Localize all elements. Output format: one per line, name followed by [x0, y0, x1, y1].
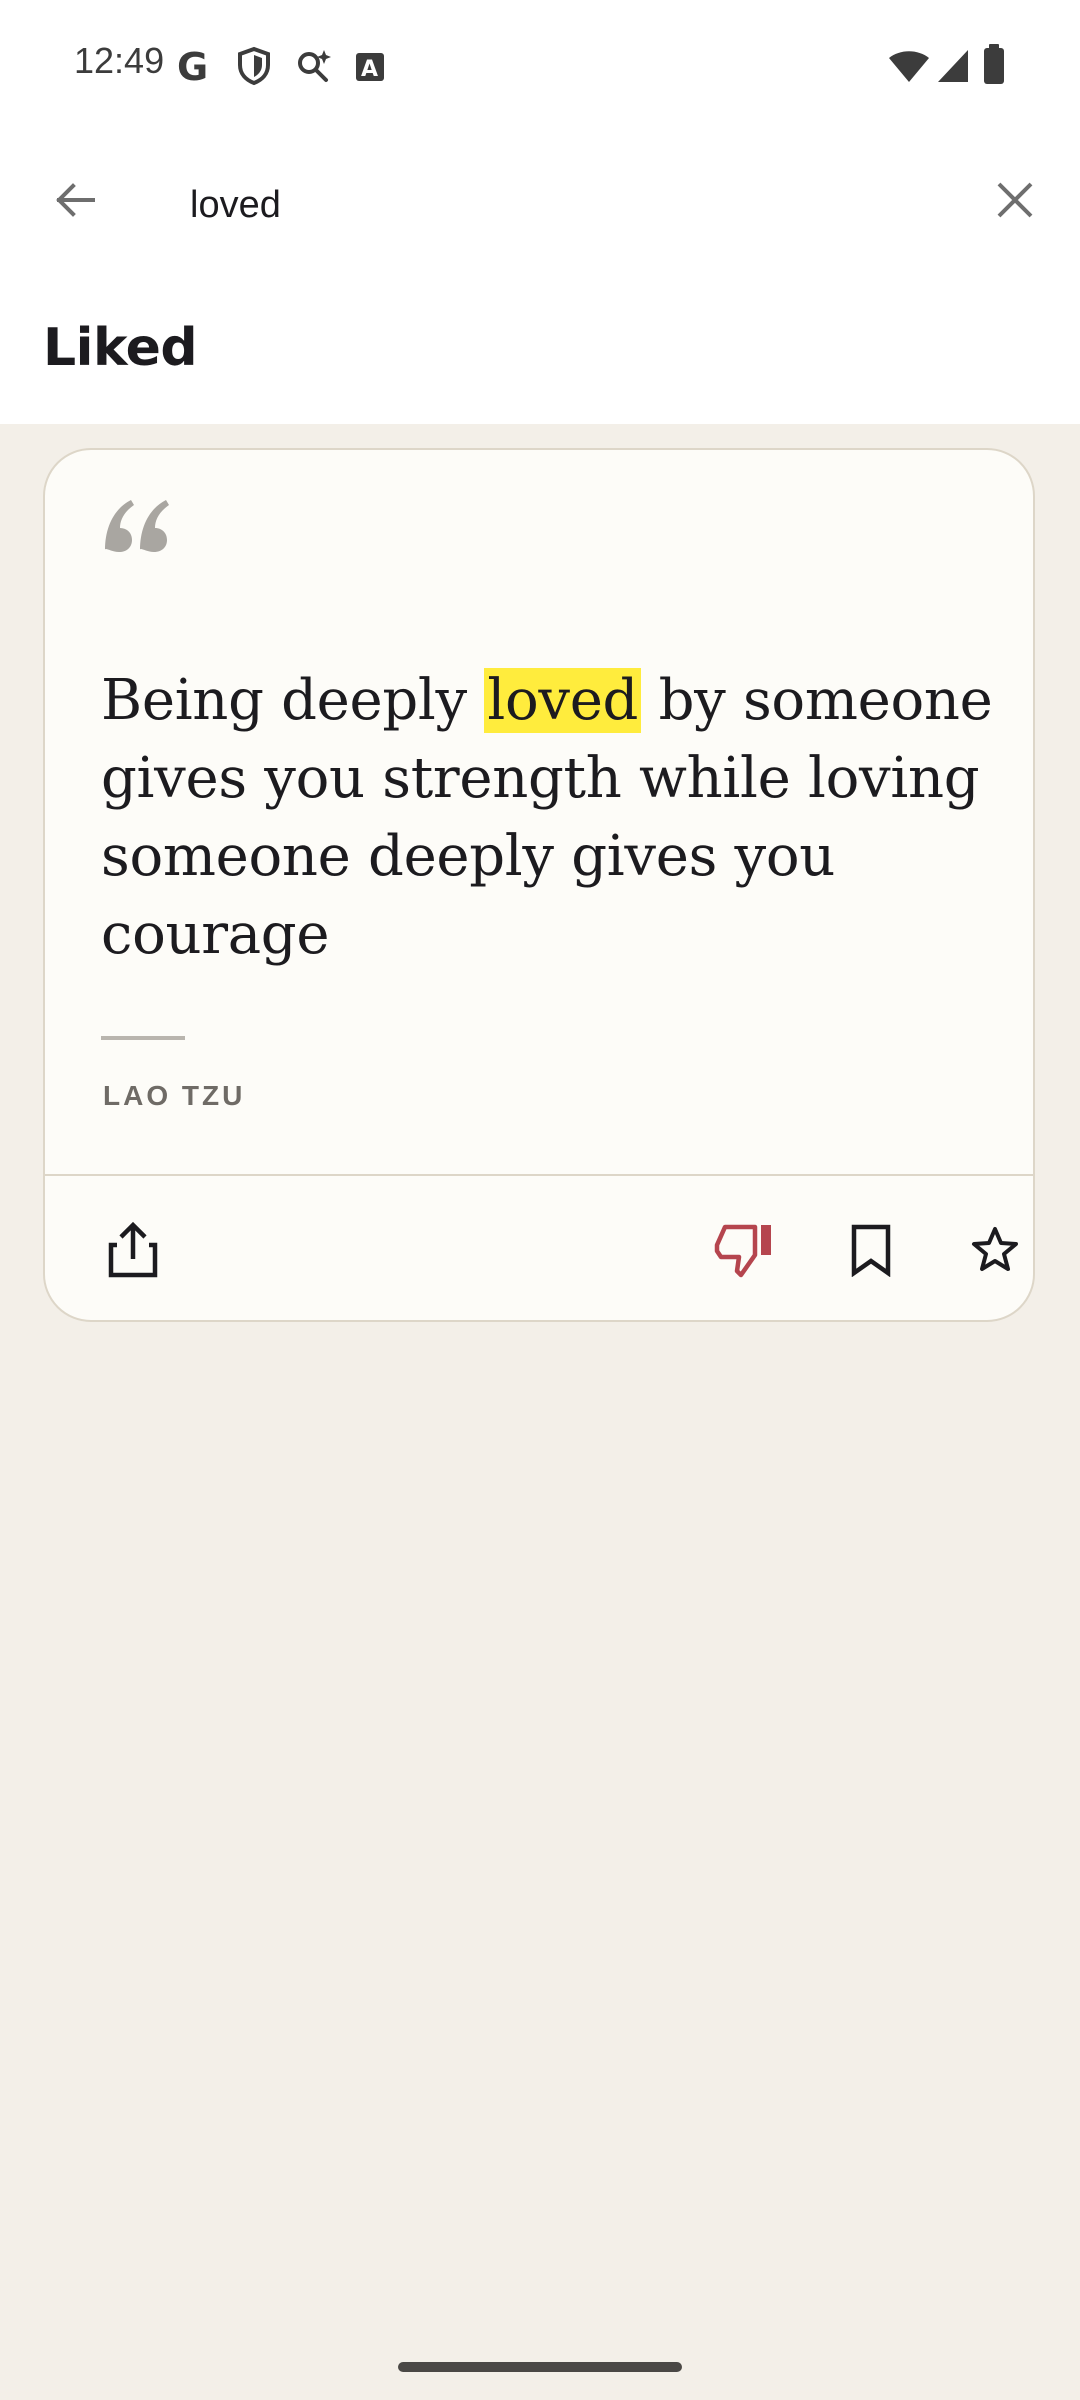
home-indicator[interactable] [398, 2362, 682, 2372]
close-icon [997, 182, 1033, 218]
quote-text: Being deeply loved by someone gives you … [101, 662, 1001, 974]
search-highlight: loved [484, 668, 642, 733]
google-icon: G [176, 45, 212, 91]
search-bar [0, 140, 1080, 270]
arrow-left-icon [56, 183, 95, 217]
share-icon [108, 1221, 158, 1278]
quote-card[interactable]: Being deeply loved by someone gives you … [43, 448, 1035, 1322]
author-divider [101, 1036, 185, 1040]
svg-text:G: G [177, 46, 208, 86]
share-button[interactable] [91, 1208, 175, 1292]
status-bar: 12:49 G A [0, 0, 1080, 132]
bookmark-button[interactable] [829, 1208, 913, 1292]
search-input[interactable] [190, 170, 950, 240]
card-divider [45, 1174, 1033, 1176]
thumb-down-icon [714, 1224, 771, 1278]
quote-mark-icon [101, 494, 173, 563]
search-sparkle-icon [294, 46, 334, 91]
font-a-icon: A [354, 46, 386, 91]
dislike-button[interactable] [703, 1208, 787, 1292]
svg-text:A: A [361, 57, 378, 82]
battery-icon [982, 44, 1006, 91]
favorite-button[interactable] [953, 1208, 1033, 1292]
clear-search-button[interactable] [980, 165, 1050, 235]
quote-text-before: Being deeply [101, 668, 485, 733]
wifi-icon [888, 48, 930, 89]
shield-icon [236, 46, 272, 91]
back-button[interactable] [40, 165, 110, 235]
bookmark-icon [851, 1224, 891, 1277]
signal-icon [936, 48, 970, 89]
star-icon [972, 1227, 1018, 1271]
section-title: Liked [43, 318, 198, 378]
quote-author: LAO TZU [103, 1080, 246, 1111]
status-time: 12:49 [74, 40, 165, 81]
